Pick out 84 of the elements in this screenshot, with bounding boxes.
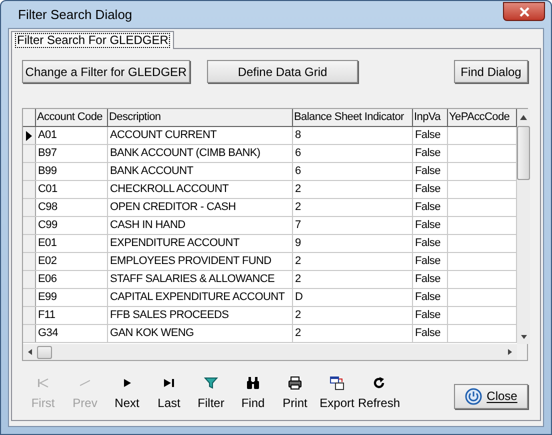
table-cell: B97	[38, 147, 57, 159]
first-record-icon	[36, 376, 50, 390]
table-cell: False	[415, 237, 440, 249]
table-cell: OPEN CREDITOR - CASH	[110, 201, 236, 213]
table-cell: 6	[295, 147, 301, 159]
table-cell: 6	[295, 165, 301, 177]
table-cell: False	[415, 327, 440, 339]
close-icon	[518, 6, 530, 16]
close-button[interactable]: Close	[454, 384, 528, 408]
table-cell: 2	[295, 201, 301, 213]
column-header[interactable]: InpVa	[413, 109, 448, 126]
table-cell: 7	[295, 219, 301, 231]
last-record-icon	[162, 376, 176, 390]
horizontal-scrollbar[interactable]	[23, 344, 517, 360]
toolbar-button[interactable]: Find	[232, 376, 274, 412]
table-cell: False	[415, 147, 440, 159]
table-cell: 2	[295, 183, 301, 195]
toolbar-button[interactable]: Filter	[190, 376, 232, 412]
scroll-thumb[interactable]	[517, 126, 530, 180]
close-window-button[interactable]	[503, 2, 545, 21]
toolbar-button[interactable]: Next	[106, 376, 148, 412]
table-cell: False	[415, 309, 440, 321]
table-cell: EMPLOYEES PROVIDENT FUND	[110, 255, 272, 267]
window-title: Filter Search Dialog	[18, 6, 132, 24]
table-cell: False	[415, 219, 440, 231]
toolbar-button[interactable]: Export	[316, 376, 358, 412]
table-cell: G34	[38, 327, 58, 339]
column-header[interactable]: Balance Sheet Indicator	[293, 109, 413, 126]
table-cell: EXPENDITURE ACCOUNT	[110, 237, 240, 249]
export-table-icon	[330, 376, 344, 390]
scroll-thumb[interactable]	[37, 346, 52, 358]
current-row-icon	[26, 130, 32, 140]
table-cell: CAPITAL EXPENDITURE ACCOUNT	[110, 291, 285, 303]
action-button[interactable]: Define Data Grid	[207, 60, 358, 83]
table-cell: False	[415, 255, 440, 267]
table-cell: B99	[38, 165, 57, 177]
toolbar-button[interactable]: Last	[148, 376, 190, 412]
table-cell: 2	[295, 273, 301, 285]
table-cell: 9	[295, 237, 301, 249]
table-cell: BANK ACCOUNT	[110, 165, 194, 177]
table-cell: STAFF SALARIES & ALLOWANCE	[110, 273, 275, 285]
table-cell: C98	[38, 201, 58, 213]
action-button[interactable]: Change a Filter for GLEDGER	[22, 60, 190, 83]
table-cell: 8	[295, 129, 301, 141]
table-cell: ACCOUNT CURRENT	[110, 129, 217, 141]
table-cell: A01	[38, 129, 57, 141]
binoculars-icon	[246, 376, 260, 390]
table-cell: F11	[38, 309, 56, 321]
filter-icon	[204, 376, 218, 390]
column-header[interactable]: Description	[108, 109, 293, 126]
printer-icon	[288, 376, 302, 390]
scroll-up-icon	[520, 115, 527, 120]
table-cell: 2	[295, 309, 301, 321]
row-header[interactable]	[23, 127, 36, 144]
table-cell: E06	[38, 273, 57, 285]
power-icon	[464, 388, 482, 404]
previous-record-icon	[80, 380, 90, 386]
toolbar-button[interactable]: Print	[274, 376, 316, 412]
column-header[interactable]: Account Code	[36, 109, 108, 126]
table-cell: E02	[38, 255, 57, 267]
table-cell: False	[415, 273, 440, 285]
refresh-icon	[372, 376, 386, 390]
table-cell: D	[295, 291, 303, 303]
tab[interactable]: Filter Search For GLEDGER	[11, 31, 174, 49]
table-cell: FFB SALES PROCEEDS	[110, 309, 229, 321]
table-cell: False	[415, 291, 440, 303]
action-button[interactable]: Find Dialog	[454, 60, 528, 83]
table-cell: C01	[38, 183, 58, 195]
toolbar-button[interactable]: Refresh	[358, 376, 400, 412]
table-cell: GAN KOK WENG	[110, 327, 194, 339]
scrollbar-corner	[517, 344, 527, 360]
table-cell: C99	[38, 219, 58, 231]
table-cell: CASH IN HAND	[110, 219, 186, 231]
table-cell: E99	[38, 291, 57, 303]
table-cell: False	[415, 165, 440, 177]
table-cell: False	[415, 183, 440, 195]
table-cell: 2	[295, 327, 301, 339]
vertical-scrollbar[interactable]	[517, 109, 530, 344]
table-cell: False	[415, 201, 440, 213]
table-cell: BANK ACCOUNT (CIMB BANK)	[110, 147, 260, 159]
table-cell: E01	[38, 237, 57, 249]
table-cell: 2	[295, 255, 301, 267]
table-cell: False	[415, 129, 440, 141]
table-cell: CHECKROLL ACCOUNT	[110, 183, 229, 195]
